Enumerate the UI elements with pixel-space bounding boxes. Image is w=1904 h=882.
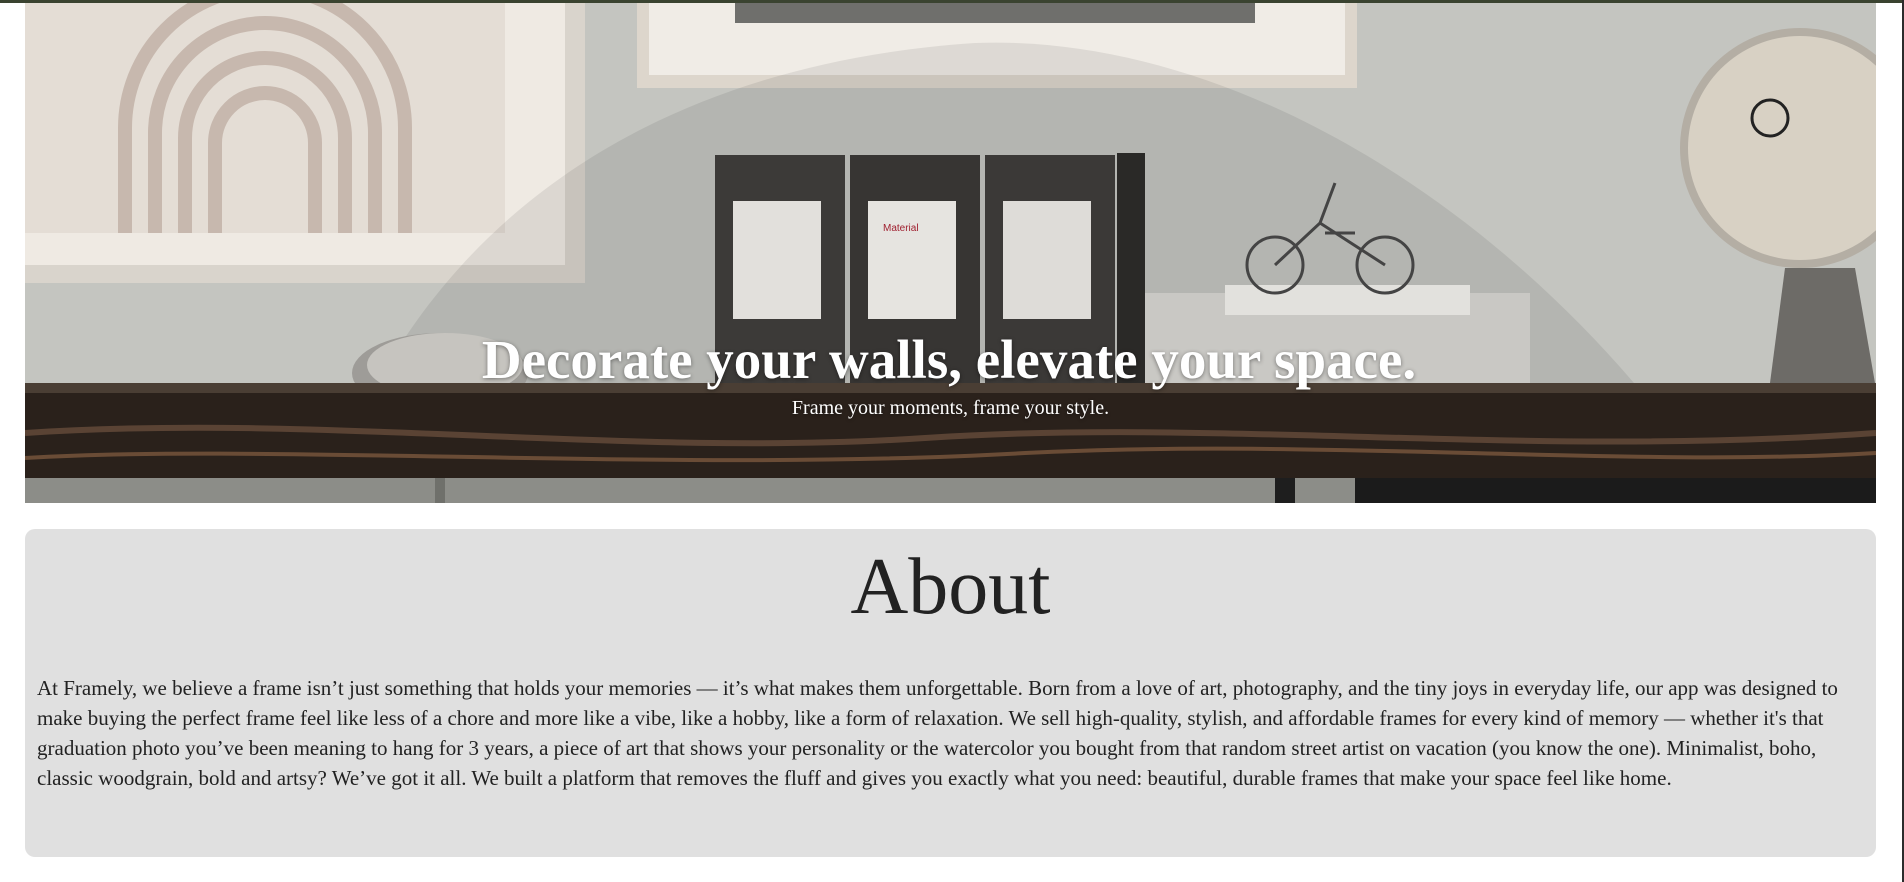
about-section: About At Framely, we believe a frame isn…	[25, 529, 1876, 857]
hero-text-block: Decorate your walls, elevate your space.…	[25, 328, 1876, 422]
about-body-text: At Framely, we believe a frame isn’t jus…	[37, 676, 1838, 790]
hero-subtitle: Frame your moments, frame your style.	[791, 397, 1110, 419]
about-heading: About	[850, 543, 1051, 631]
hero-banner: Material Decorate your walls, elevate yo…	[25, 3, 1876, 503]
hero-shelf-photo: Material	[25, 3, 1876, 503]
svg-text:Material: Material	[883, 223, 919, 234]
hero-title: Decorate your walls, elevate your space.	[481, 329, 1417, 390]
